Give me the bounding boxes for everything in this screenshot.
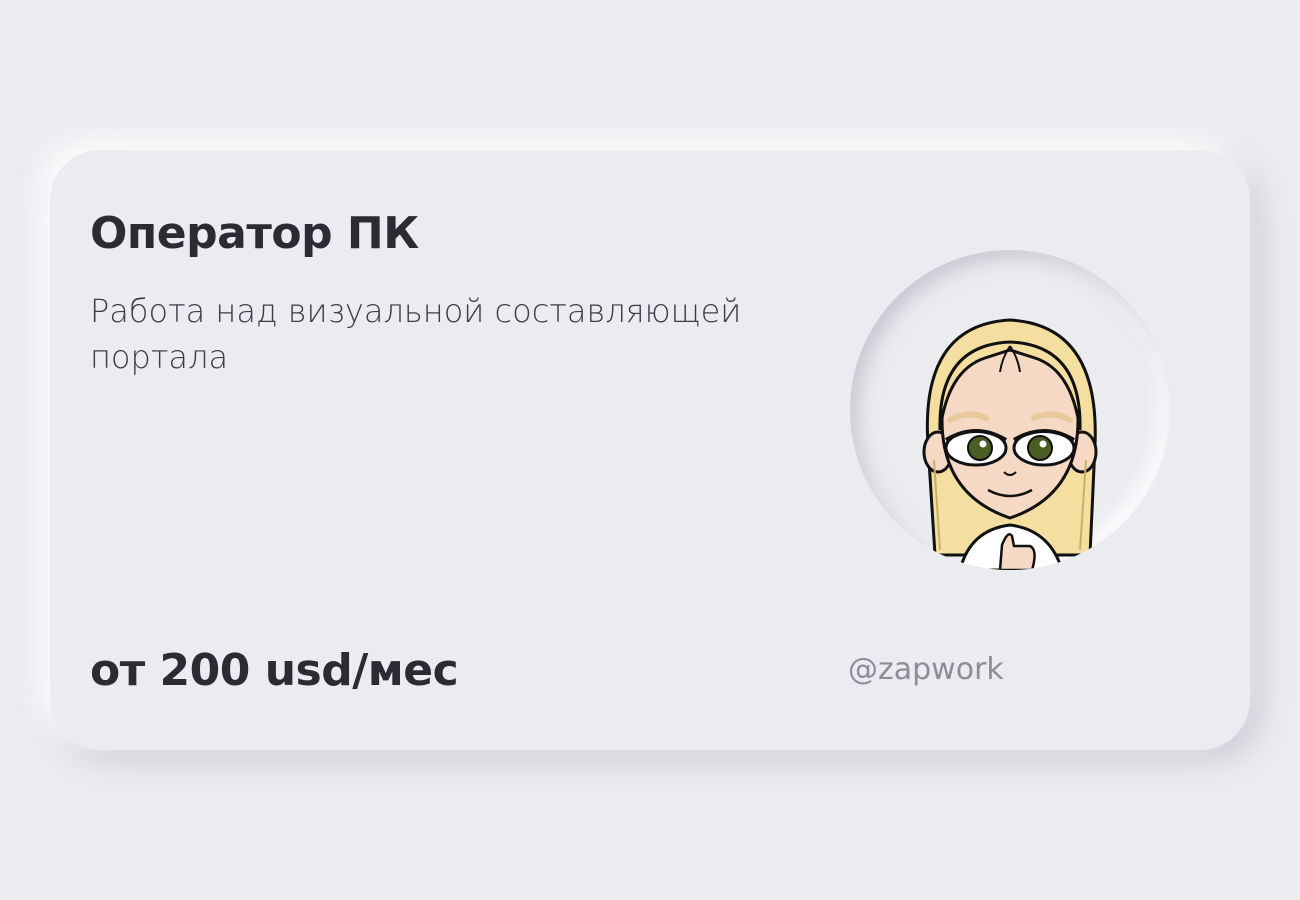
vacancy-card[interactable]: Оператор ПК Работа над визуальной состав… (50, 150, 1250, 750)
author-handle[interactable]: @zapwork (848, 652, 1004, 687)
cartoon-girl-avatar-icon (922, 318, 1098, 570)
job-title: Оператор ПК (90, 208, 419, 259)
salary-text: от 200 usd/мес (90, 645, 459, 696)
avatar (850, 250, 1170, 570)
job-description: Работа над визуальной составляющей порта… (90, 292, 742, 376)
